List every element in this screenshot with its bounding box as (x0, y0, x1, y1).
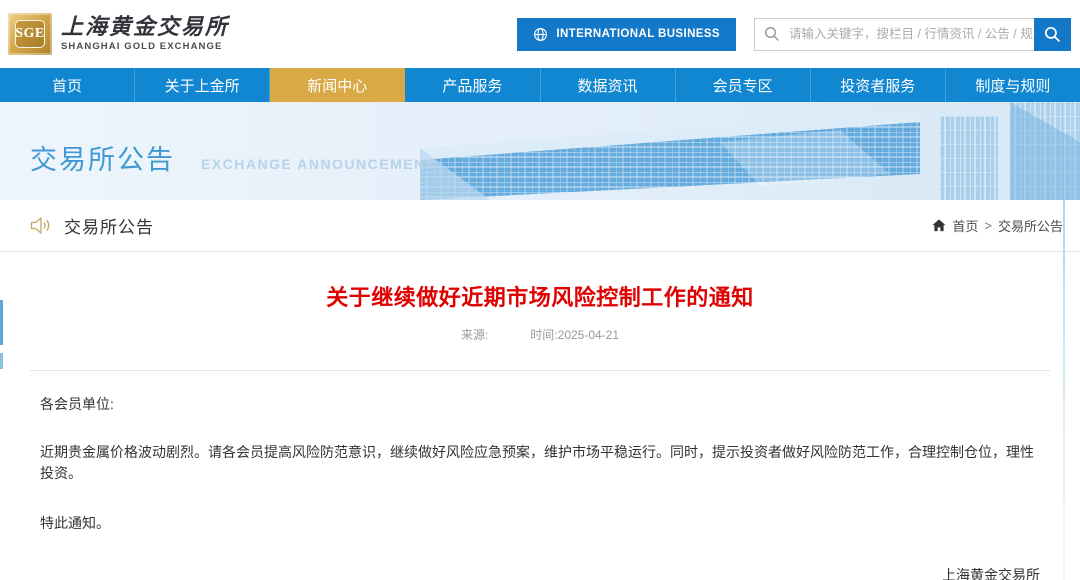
sge-logo-icon: SGE (8, 13, 52, 55)
search-button[interactable] (1034, 18, 1071, 51)
article-divider (30, 370, 1050, 371)
nav-item-members[interactable]: 会员专区 (676, 68, 811, 102)
left-edge-artifact (0, 353, 3, 369)
brand-name-cn: 上海黄金交易所 (61, 16, 229, 38)
breadcrumb-bar: 交易所公告 首页 > 交易所公告 (0, 200, 1080, 252)
article-meta: 来源: 时间:2025-04-21 (40, 326, 1040, 343)
international-business-button[interactable]: INTERNATIONAL BUSINESS (517, 18, 736, 51)
breadcrumb: 首页 > 交易所公告 (932, 216, 1063, 235)
article-source-label: 来源: (461, 328, 488, 342)
nav-item-news-center[interactable]: 新闻中心 (270, 68, 405, 102)
search-button-icon (1044, 26, 1061, 43)
banner-title-cn: 交易所公告 (30, 138, 175, 177)
article-salutation: 各会员单位: (40, 394, 1040, 415)
article: 关于继续做好近期市场风险控制工作的通知 来源: 时间:2025-04-21 各会员… (0, 252, 1080, 580)
search-input[interactable] (789, 19, 1034, 50)
section-title: 交易所公告 (64, 213, 154, 238)
logo-monogram: SGE (15, 26, 45, 42)
main-nav: 首页 关于上金所 新闻中心 产品服务 数据资讯 会员专区 投资者服务 制度与规则 (0, 68, 1080, 102)
section-banner: 交易所公告 EXCHANGE ANNOUNCEMENT (0, 102, 1080, 200)
article-closing: 特此通知。 (40, 513, 1040, 534)
breadcrumb-current: 交易所公告 (998, 216, 1063, 235)
globe-icon (533, 27, 548, 42)
brand-name-en: SHANGHAI GOLD EXCHANGE (61, 41, 229, 52)
left-edge-artifact (0, 300, 3, 345)
article-time-value: 2025-04-21 (558, 328, 619, 342)
nav-item-data[interactable]: 数据资讯 (541, 68, 676, 102)
banner-building-graphic (420, 102, 1080, 200)
search-box (754, 18, 1071, 51)
article-body: 近期贵金属价格波动剧烈。请各会员提高风险防范意识，继续做好风险应急预案，维护市场… (40, 442, 1040, 484)
breadcrumb-separator: > (984, 218, 992, 233)
nav-item-investor-services[interactable]: 投资者服务 (811, 68, 946, 102)
logo[interactable]: SGE 上海黄金交易所 SHANGHAI GOLD EXCHANGE (8, 13, 229, 55)
article-time-label: 时间: (530, 328, 557, 342)
article-signature: 上海黄金交易所 (40, 565, 1040, 580)
nav-item-home[interactable]: 首页 (0, 68, 135, 102)
breadcrumb-home[interactable]: 首页 (952, 216, 978, 235)
banner-title-en: EXCHANGE ANNOUNCEMENT (201, 156, 436, 172)
nav-item-about[interactable]: 关于上金所 (135, 68, 270, 102)
international-business-label: INTERNATIONAL BUSINESS (556, 28, 720, 40)
speaker-icon (30, 216, 52, 235)
article-title: 关于继续做好近期市场风险控制工作的通知 (40, 280, 1040, 312)
nav-item-rules[interactable]: 制度与规则 (946, 68, 1080, 102)
home-icon[interactable] (932, 219, 946, 232)
page: SGE 上海黄金交易所 SHANGHAI GOLD EXCHANGE INTER… (0, 0, 1080, 580)
top-header: SGE 上海黄金交易所 SHANGHAI GOLD EXCHANGE INTER… (0, 0, 1080, 68)
nav-item-products[interactable]: 产品服务 (405, 68, 540, 102)
search-icon (755, 26, 789, 42)
